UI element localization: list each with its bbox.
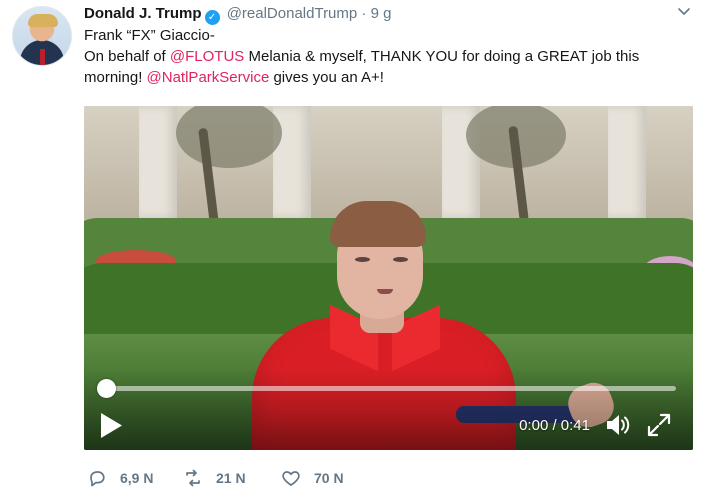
video-controls: 0:00 / 0:41: [84, 368, 693, 450]
video-time-readout: 0:00 / 0:41: [519, 417, 590, 434]
retweet-icon: [186, 469, 200, 487]
verified-badge-icon: ✓: [204, 10, 220, 25]
tweet-text-line-2: On behalf of @FLOTUS Melania & myself, T…: [84, 46, 696, 67]
volume-icon[interactable]: [602, 410, 632, 440]
video-eye: [355, 257, 370, 262]
tweet-text-line-1: Frank “FX” Giaccio-: [84, 27, 215, 44]
tweet-text-segment: On behalf of: [84, 48, 170, 65]
chevron-down-icon[interactable]: [676, 3, 692, 26]
tweet-timestamp[interactable]: 9 g: [371, 5, 392, 22]
tweet-header: Donald J. Trump ✓ @realDonaldTrump · 9 g: [84, 3, 692, 25]
avatar-hair: [28, 14, 58, 27]
tweet-text-line-3: morning! @NatlParkService gives you an A…: [84, 67, 696, 88]
reply-count: 6,9 N: [120, 470, 154, 486]
author-handle[interactable]: @realDonaldTrump: [227, 5, 358, 22]
video-progress-knob[interactable]: [97, 379, 116, 398]
heart-icon: [282, 471, 300, 486]
video-hair: [330, 201, 426, 247]
mention-natlparkservice-link[interactable]: @NatlParkService: [147, 69, 270, 86]
avatar-tie: [40, 49, 45, 65]
tweet-text-segment: gives you an A+!: [269, 69, 384, 86]
author-name[interactable]: Donald J. Trump: [84, 5, 202, 22]
video-eye: [393, 257, 408, 262]
video-pillar: [139, 106, 177, 218]
author-avatar[interactable]: [12, 6, 72, 66]
reply-icon: [90, 471, 105, 487]
mention-flotus-link[interactable]: @FLOTUS: [170, 48, 244, 65]
video-pillar: [608, 106, 646, 218]
tweet-text-segment: Melania & myself, THANK YOU for doing a …: [244, 48, 640, 65]
embedded-video-player[interactable]: 0:00 / 0:41: [84, 106, 693, 450]
retweet-count: 21 N: [216, 470, 246, 486]
fullscreen-icon[interactable]: [644, 410, 674, 440]
header-separator: ·: [361, 5, 367, 22]
video-progress-track[interactable]: [107, 386, 676, 391]
like-count: 70 N: [314, 470, 344, 486]
video-mouth: [377, 289, 393, 294]
tweet-text-segment: morning!: [84, 69, 147, 86]
tweet-text: Frank “FX” Giaccio- On behalf of @FLOTUS…: [84, 25, 696, 88]
play-icon[interactable]: [97, 411, 125, 440]
